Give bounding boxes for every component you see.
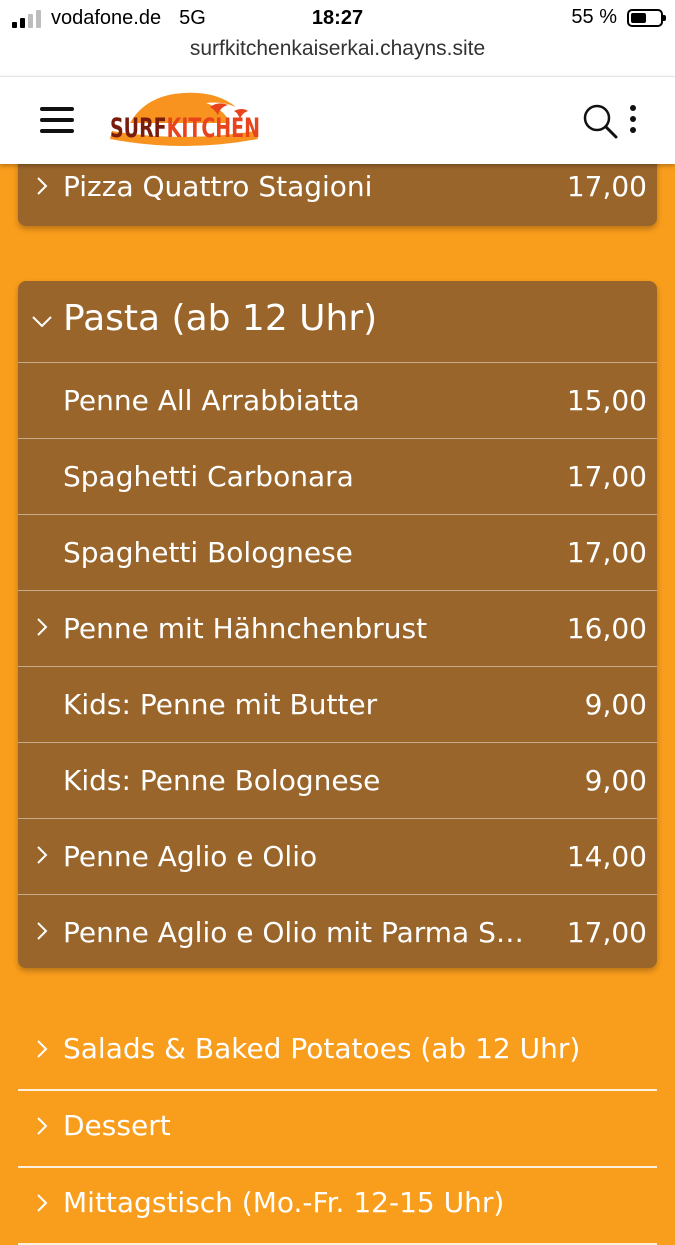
menu-item-price: 15,00	[566, 384, 647, 417]
menu-item-price: 16,00	[566, 612, 647, 645]
menu-item-name: Pizza Quattro Stagioni	[63, 170, 373, 203]
section-title: Pasta (ab 12 Uhr)	[63, 298, 378, 339]
menu-item[interactable]: Penne Aglio e Olio 14,00	[18, 818, 657, 894]
chevron-down-icon	[32, 316, 52, 328]
menu-item-price: 17,00	[566, 536, 647, 569]
chevron-right-icon	[37, 177, 48, 195]
battery-icon	[627, 8, 666, 27]
menu-item-name: Penne All Arrabbiatta	[63, 384, 360, 417]
menu-item[interactable]: Penne Aglio e Olio mit Parma Schinken 17,…	[18, 894, 657, 970]
menu-item[interactable]: Penne mit Hähnchenbrust 16,00	[18, 590, 657, 666]
battery-percent: 55 %	[571, 6, 617, 28]
chevron-right-icon	[37, 922, 48, 940]
menu-item-name: Penne Aglio e Olio	[63, 840, 318, 873]
menu-item-price: 17,00	[566, 460, 647, 493]
chevron-right-icon	[37, 1040, 48, 1058]
menu-item-price: 9,00	[584, 688, 647, 721]
menu-icon[interactable]	[40, 107, 74, 133]
menu-item[interactable]: Penne All Arrabbiatta 15,00	[18, 362, 657, 438]
menu-item[interactable]: Kids: Penne mit Butter 9,00	[18, 666, 657, 742]
category-name: Dessert	[63, 1109, 171, 1142]
status-right: 55 %	[571, 6, 666, 29]
category-item[interactable]: Dessert	[18, 1090, 657, 1168]
more-options-icon[interactable]	[626, 105, 640, 135]
category-name: Salads & Baked Potatoes (ab 12 Uhr)	[63, 1032, 581, 1065]
app-header: SURFKITCHEN	[0, 76, 675, 164]
menu-item-name: Kids: Penne Bolognese	[63, 764, 381, 797]
surfkitchen-logo[interactable]: SURFKITCHEN	[106, 87, 262, 155]
chevron-right-icon	[37, 1117, 48, 1135]
menu-item-name: Spaghetti Bolognese	[63, 536, 353, 569]
logo-surf: SURF	[110, 113, 167, 144]
search-icon[interactable]	[582, 103, 618, 139]
logo-kitchen: KITCHEN	[167, 113, 260, 144]
svg-text:SURFKITCHEN: SURFKITCHEN	[110, 113, 260, 144]
menu-item-name: Spaghetti Carbonara	[63, 460, 354, 493]
menu-item[interactable]: Spaghetti Carbonara 17,00	[18, 438, 657, 514]
pasta-section-header[interactable]: Pasta (ab 12 Uhr)	[18, 281, 657, 362]
pasta-section: Pasta (ab 12 Uhr) Penne All Arrabbiatta 1…	[18, 281, 657, 968]
menu-item-price: 17,00	[566, 170, 647, 203]
chevron-right-icon	[37, 1194, 48, 1212]
chevron-right-icon	[37, 618, 48, 636]
menu-item[interactable]: Spaghetti Bolognese 17,00	[18, 514, 657, 590]
category-name: Mittagstisch (Mo.-Fr. 12-15 Uhr)	[63, 1186, 505, 1219]
menu-item-name: Penne mit Hähnchenbrust	[63, 612, 428, 645]
menu-item-price: 9,00	[584, 764, 647, 797]
url-text: surfkitchenkaiserkai.chayns.site	[189, 37, 486, 60]
url-bar[interactable]: surfkitchenkaiserkai.chayns.site	[0, 36, 675, 76]
status-bar: vodafone.de 5G 18:27 55 %	[0, 0, 675, 36]
battery-fill	[631, 12, 647, 23]
pasta-item-list: Penne All Arrabbiatta 15,00 Spaghetti Carb…	[18, 362, 657, 970]
menu-item-price: 17,00	[566, 916, 647, 949]
chevron-right-icon	[37, 846, 48, 864]
menu-item-name: Penne Aglio e Olio mit Parma Schinken	[63, 916, 533, 949]
category-item[interactable]: Mittagstisch (Mo.-Fr. 12-15 Uhr)	[18, 1167, 657, 1245]
menu-item-name: Kids: Penne mit Butter	[63, 688, 378, 721]
category-item[interactable]: Salads & Baked Potatoes (ab 12 Uhr)	[18, 1013, 657, 1091]
menu-item[interactable]: Kids: Penne Bolognese 9,00	[18, 742, 657, 818]
menu-item-price: 14,00	[566, 840, 647, 873]
